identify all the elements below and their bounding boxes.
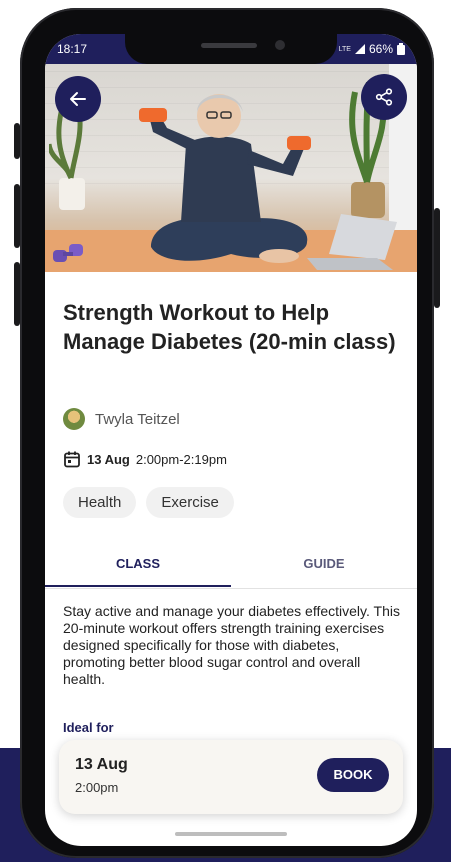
- tag-list: Health Exercise: [63, 487, 234, 518]
- tag-health[interactable]: Health: [63, 487, 137, 518]
- arrow-left-icon: [70, 92, 86, 106]
- event-time: 2:00pm-2:19pm: [135, 451, 227, 467]
- phone-mute-button: [14, 123, 20, 159]
- book-button[interactable]: BOOK: [317, 758, 389, 792]
- hero-person: [139, 94, 311, 263]
- active-tab-indicator: [45, 585, 231, 587]
- front-camera: [275, 40, 285, 50]
- booking-card: 13 Aug 2:00pm BOOK: [59, 740, 403, 814]
- event-datetime: 13 Aug 2:00pm-2:19pm: [63, 450, 227, 468]
- home-indicator[interactable]: [175, 832, 287, 836]
- tab-bar: CLASS GUIDE: [45, 548, 417, 589]
- status-time: 18:17: [57, 42, 88, 56]
- tag-exercise[interactable]: Exercise: [146, 487, 234, 518]
- signal-icon: [354, 44, 365, 54]
- phone-power-button: [434, 208, 440, 308]
- calendar-icon: [64, 451, 80, 468]
- hero-dumbbell: [53, 244, 83, 262]
- status-right: LTE 66%: [339, 42, 405, 56]
- share-icon: [375, 88, 393, 106]
- phone-volume-up-button: [14, 184, 20, 248]
- tab-class[interactable]: CLASS: [45, 548, 231, 588]
- app-screen: 18:17 LTE 66% Strength Workout to Help M…: [45, 34, 417, 846]
- avatar: [63, 408, 85, 430]
- back-button[interactable]: [55, 76, 101, 122]
- event-title: Strength Workout to Help Manage Diabetes…: [63, 300, 396, 354]
- network-indicator: LTE: [338, 45, 351, 53]
- instructor-row[interactable]: Twyla Teitzel: [63, 408, 180, 430]
- ideal-for-heading: Ideal for: [63, 720, 114, 735]
- booking-date: 13 Aug: [75, 756, 128, 773]
- camera-notch: [125, 34, 337, 64]
- tab-guide[interactable]: GUIDE: [231, 548, 417, 588]
- share-button[interactable]: [361, 74, 407, 120]
- battery-percent: 66%: [368, 42, 393, 56]
- speaker-grille: [201, 43, 257, 48]
- event-date: 13 Aug: [87, 451, 130, 467]
- hero-laptop: [307, 214, 397, 270]
- battery-icon: [397, 43, 405, 55]
- booking-time: 2:00pm: [75, 780, 119, 795]
- instructor-name: Twyla Teitzel: [95, 410, 180, 428]
- phone-volume-down-button: [14, 262, 20, 326]
- class-description: Stay active and manage your diabetes eff…: [63, 603, 400, 687]
